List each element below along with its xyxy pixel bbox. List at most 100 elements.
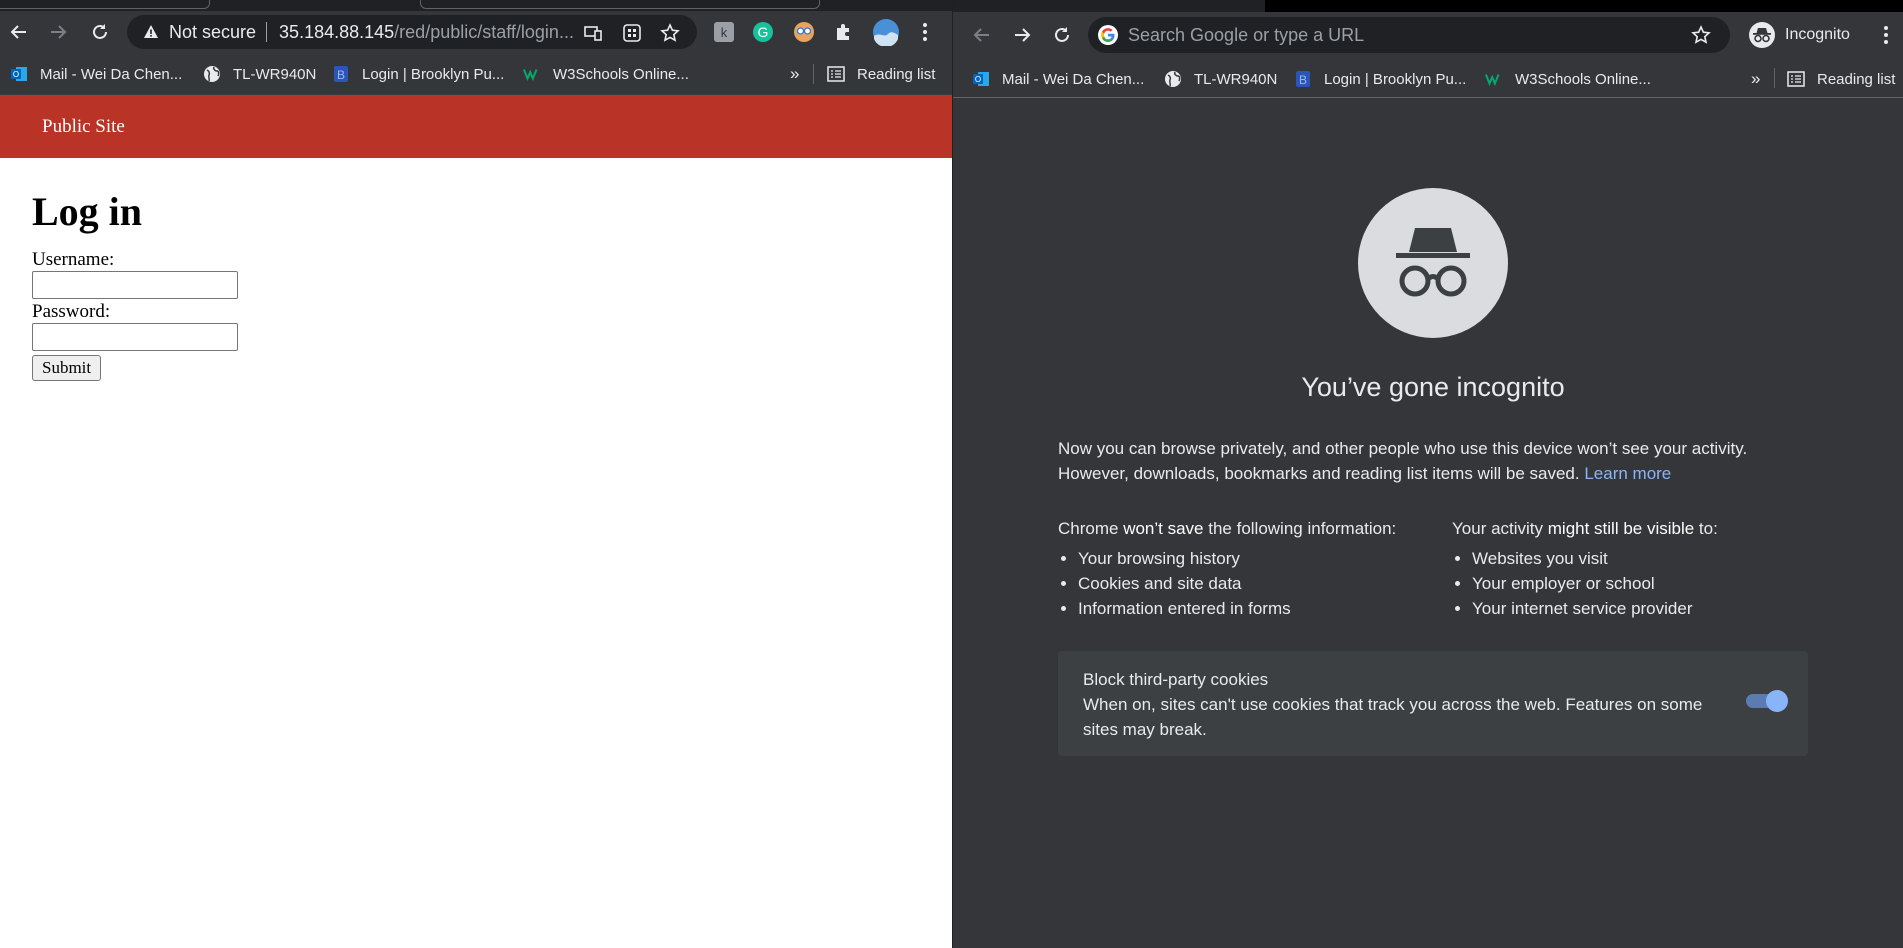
bookmark-label: TL-WR940N [233,65,317,83]
svg-text:O: O [975,75,981,84]
wont-save-column: Chrome won’t save the following informat… [1058,516,1396,621]
reload-button[interactable] [85,17,115,47]
bookmark-star-icon[interactable] [1691,25,1711,45]
b-logo-icon: B [1294,70,1312,88]
install-app-icon[interactable] [583,23,603,43]
reading-list-icon [1787,70,1805,88]
bookmark-item[interactable]: TL-WR940N [1164,58,1277,100]
incognito-icon [1749,22,1775,48]
reload-icon [93,24,107,39]
back-button[interactable] [967,20,997,50]
back-button[interactable] [4,17,34,47]
list-item: Your employer or school [1472,571,1718,596]
grammarly-icon[interactable]: G [752,21,774,43]
extension-face-icon[interactable] [793,21,815,43]
bookmark-label: TL-WR940N [1194,70,1278,88]
browser-toolbar: Not secure 35.184.88.145/red/public/staf… [0,11,952,53]
public-site-link[interactable]: Public Site [42,116,125,138]
profile-avatar-icon[interactable] [872,18,900,46]
tab[interactable] [0,0,210,9]
password-field[interactable] [32,323,238,351]
list-item: Your internet service provider [1472,596,1718,621]
warning-triangle-icon[interactable] [141,22,161,42]
incognito-logo-icon [1358,188,1508,338]
list-item: Websites you visit [1472,546,1718,571]
bookmark-item[interactable]: O Mail - Wei Da Chen... [10,53,182,95]
tab[interactable] [1265,0,1903,12]
right-browser-window: Search Google or type a URL Incognito O … [953,0,1903,948]
qr-code-icon[interactable] [622,23,642,43]
svg-text:B: B [337,68,345,82]
username-field[interactable] [32,271,238,299]
incognito-new-tab-page: You’ve gone incognito Now you can browse… [953,98,1903,948]
might-be-visible-column: Your activity might still be visible to:… [1452,516,1718,621]
tab-strip [953,0,1903,12]
svg-text:O: O [13,70,19,79]
w3schools-icon [1485,70,1503,88]
password-label: Password: [32,301,111,322]
reading-list-button[interactable]: Reading list [827,53,935,95]
forward-arrow-icon [1015,28,1031,42]
username-label: Username: [32,249,115,270]
intro-text: Now you can browse privately, and other … [1058,439,1748,458]
bookmark-label: Mail - Wei Da Chen... [40,65,183,83]
bookmark-item[interactable]: W3Schools Online... [1485,58,1651,100]
extension-k-icon[interactable]: k [713,21,735,43]
list-item: Information entered in forms [1078,596,1396,621]
incognito-profile-button[interactable]: Incognito [1743,17,1862,53]
menu-kebab-icon[interactable] [914,21,936,43]
left-browser-window: Not secure 35.184.88.145/red/public/staf… [0,0,952,948]
back-arrow-icon [10,25,26,39]
block-cookies-toggle[interactable] [1746,690,1788,712]
site-header: Public Site [0,95,952,158]
url-text[interactable]: 35.184.88.145/red/public/staff/login... [279,22,579,43]
block-cookies-card: Block third-party cookies When on, sites… [1058,651,1808,756]
svg-text:G: G [758,24,769,40]
extensions-puzzle-icon[interactable] [833,21,855,43]
bookmark-item[interactable]: B Login | Brooklyn Pu... [332,53,504,95]
page-title: You’ve gone incognito [1301,372,1565,402]
learn-more-link[interactable]: Learn more [1584,464,1671,483]
list-item: Your browsing history [1078,546,1396,571]
bookmark-label: Login | Brooklyn Pu... [1324,70,1467,88]
bookmark-item[interactable]: TL-WR940N [203,53,316,95]
bookmarks-overflow-button[interactable]: » [790,53,799,95]
address-bar[interactable]: Search Google or type a URL [1088,17,1730,53]
reading-list-icon [827,65,845,83]
bookmark-star-icon[interactable] [660,23,680,43]
outlook-icon: O [10,65,28,83]
reload-icon [1055,27,1069,42]
bookmark-label: Login | Brooklyn Pu... [362,65,505,83]
bookmark-label: W3Schools Online... [1515,70,1651,88]
column-heading: Chrome won’t save the following informat… [1058,519,1397,538]
tab-strip [0,0,952,11]
bookmark-item[interactable]: W3Schools Online... [523,53,689,95]
bookmarks-overflow-button[interactable]: » [1751,58,1760,100]
back-arrow-icon [973,28,989,42]
outlook-icon: O [972,70,990,88]
svg-text:k: k [721,25,728,40]
divider [266,22,268,42]
toggle-knob[interactable] [1766,690,1788,712]
globe-icon [203,65,221,83]
svg-text:B: B [1299,73,1307,87]
forward-arrow-icon [51,25,67,39]
globe-icon [1164,70,1182,88]
bookmark-label: Mail - Wei Da Chen... [1002,70,1145,88]
google-g-icon [1098,25,1118,45]
submit-button[interactable]: Submit [32,355,102,381]
forward-button[interactable] [1007,20,1037,50]
tab[interactable] [420,0,820,9]
reading-list-button[interactable]: Reading list [1787,58,1895,100]
reload-button[interactable] [1047,20,1077,50]
bookmark-item[interactable]: B Login | Brooklyn Pu... [1294,58,1466,100]
b-logo-icon: B [332,65,350,83]
menu-kebab-icon[interactable] [1875,24,1897,46]
bookmark-item[interactable]: O Mail - Wei Da Chen... [972,58,1144,100]
security-status[interactable]: Not secure [169,22,256,43]
forward-button[interactable] [43,17,73,47]
search-placeholder[interactable]: Search Google or type a URL [1128,25,1364,46]
bookmarks-bar: O Mail - Wei Da Chen... TL-WR940N B Logi… [953,58,1903,98]
profile-label: Incognito [1785,26,1850,43]
address-bar[interactable]: Not secure 35.184.88.145/red/public/staf… [127,15,697,49]
